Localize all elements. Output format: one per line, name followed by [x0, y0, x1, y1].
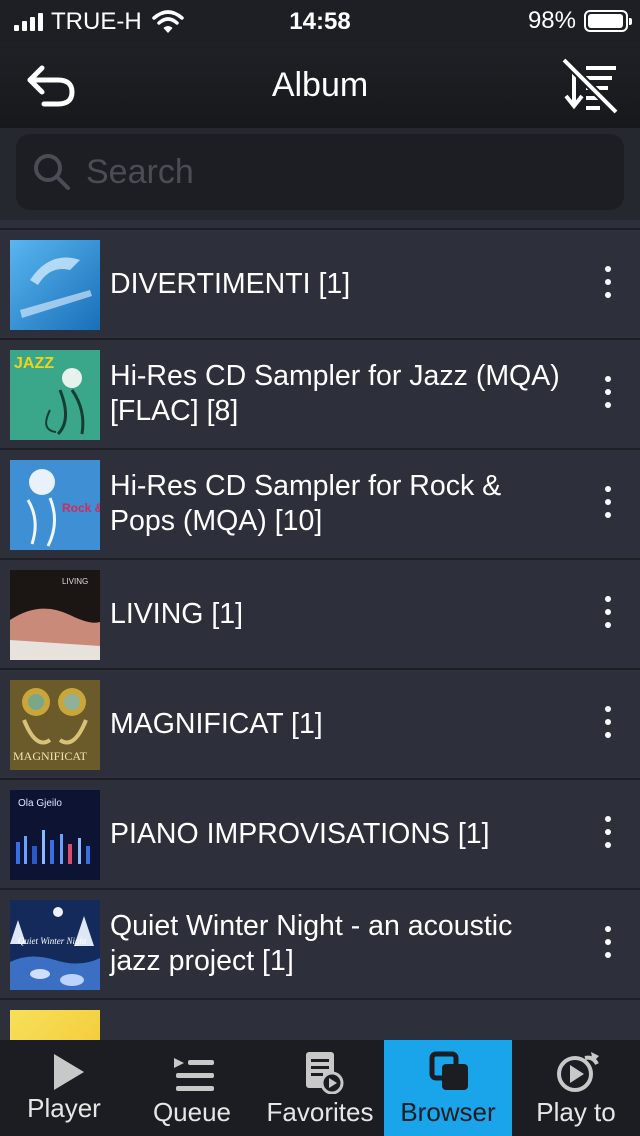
list-item[interactable]: Quiet Winter Night Quiet Winter Night - … [0, 890, 640, 1000]
play-to-icon [557, 1052, 599, 1092]
album-cover [10, 240, 100, 330]
search-box[interactable] [16, 134, 624, 210]
more-options-icon[interactable] [602, 926, 614, 964]
list-item[interactable]: LIVING LIVING [1] [0, 560, 640, 670]
play-icon [54, 1054, 84, 1090]
queue-icon [174, 1058, 214, 1091]
more-options-icon[interactable] [602, 596, 614, 634]
browser-icon [429, 1051, 468, 1090]
album-title: Quiet Winter Night - an acoustic jazz pr… [110, 910, 513, 977]
album-title: MAGNIFICAT [1] [110, 707, 323, 740]
album-title: PIANO IMPROVISATIONS [1] [110, 817, 490, 850]
cover-text: LIVING [62, 577, 88, 586]
tab-browser[interactable]: Browser [384, 1040, 512, 1136]
list-item[interactable]: DIVERTIMENTI [1] [0, 230, 640, 340]
tab-label: Queue [152, 1097, 232, 1127]
tab-bar: Player Queue Favorites Browser Play to [0, 1040, 640, 1136]
search-icon [34, 154, 70, 190]
battery-status: 98% [527, 7, 632, 35]
tab-label: Player [27, 1093, 101, 1123]
battery-icon [584, 10, 632, 32]
more-options-icon[interactable] [602, 376, 614, 414]
status-bar: TRUE-H 14:58 98% [0, 0, 640, 42]
tab-player[interactable]: Player [0, 1040, 128, 1136]
cover-text: JAZZ [14, 355, 54, 372]
album-cover [10, 1010, 100, 1040]
album-cover: LIVING [10, 570, 100, 660]
sort-off-icon[interactable] [560, 56, 620, 116]
cover-text: Ola Gjeilo [18, 798, 62, 809]
more-options-icon[interactable] [602, 486, 614, 524]
album-cover: Ola Gjeilo [10, 790, 100, 880]
tab-label: Play to [536, 1097, 616, 1127]
album-cover: Quiet Winter Night [10, 900, 100, 990]
album-title: DIVERTIMENTI [1] [110, 267, 351, 300]
list-item[interactable]: MAGNIFICAT MAGNIFICAT [1] [0, 670, 640, 780]
list-item[interactable] [0, 220, 640, 230]
album-cover: JAZZ [10, 350, 100, 440]
list-item[interactable]: Ola Gjeilo PIANO IMPROVISATIONS [1] [0, 780, 640, 890]
album-cover: MAGNIFICAT [10, 680, 100, 770]
list-item[interactable]: Rock & Pops Hi-Res CD Sampler for Rock &… [0, 450, 640, 560]
tab-play-to[interactable]: Play to [512, 1040, 640, 1136]
more-options-icon[interactable] [602, 706, 614, 744]
album-title: LIVING [1] [110, 597, 244, 630]
more-options-icon[interactable] [602, 266, 614, 304]
page-title: Album [271, 66, 369, 104]
list-item[interactable]: JAZZ Hi-Res CD Sampler for Jazz (MQA) [F… [0, 340, 640, 450]
battery-percent: 98% [527, 7, 576, 34]
album-cover: Rock & Pops [10, 460, 100, 550]
cover-text: Rock & Pops [62, 501, 100, 515]
cover-text: MAGNIFICAT [13, 749, 88, 763]
search-input[interactable] [86, 152, 586, 192]
album-list: DIVERTIMENTI [1] JAZZ Hi-Res CD Sampler … [0, 220, 640, 1040]
tab-favorites[interactable]: Favorites [256, 1040, 384, 1136]
search-area [0, 128, 640, 220]
tab-label: Favorites [266, 1097, 374, 1127]
list-item[interactable] [0, 1000, 640, 1040]
album-title: Hi-Res CD Sampler for Jazz (MQA) [FLAC] … [110, 360, 560, 427]
more-options-icon[interactable] [602, 816, 614, 854]
cover-text: Quiet Winter Night [18, 936, 87, 946]
tab-queue[interactable]: Queue [128, 1040, 256, 1136]
favorites-icon [306, 1052, 344, 1094]
tab-label: Browser [400, 1097, 496, 1127]
album-title: Hi-Res CD Sampler for Rock & Pops (MQA) … [110, 470, 502, 537]
navigation-bar: Album [0, 42, 640, 128]
